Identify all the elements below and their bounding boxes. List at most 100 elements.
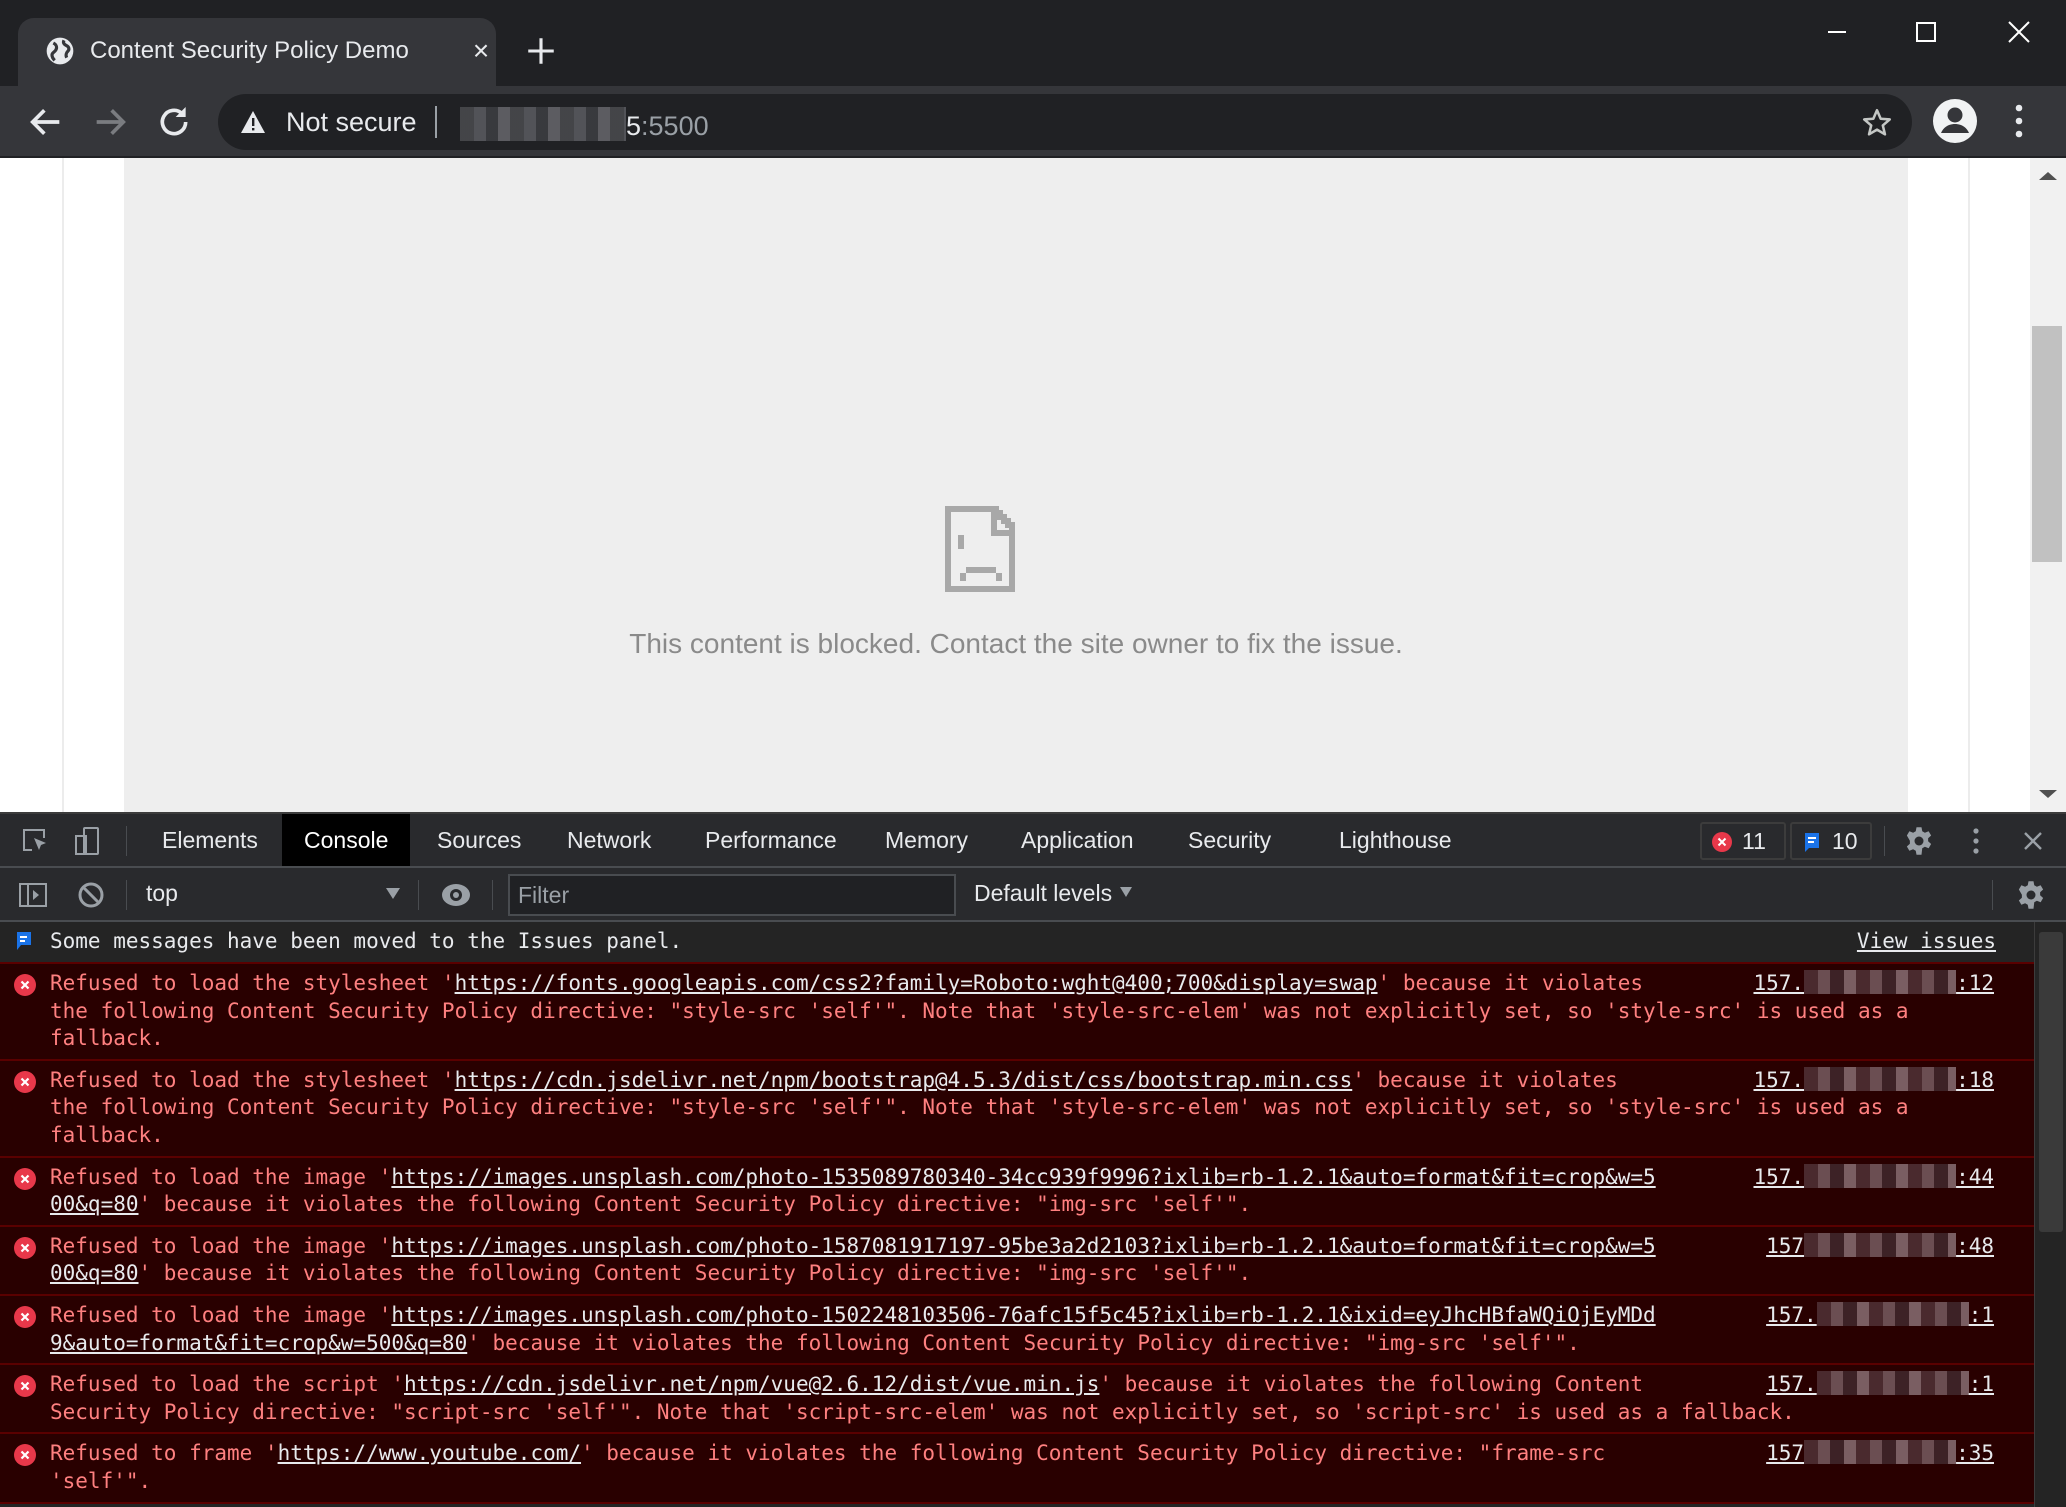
blocked-resource-link[interactable]: https://cdn.jsdelivr.net/npm/bootstrap@4…: [455, 1068, 1353, 1092]
forward-arrow-icon[interactable]: [90, 102, 130, 142]
blocked-resource-link[interactable]: https://images.unsplash.com/photo-158708…: [391, 1234, 1655, 1258]
error-text-fragment: fallback.: [50, 1122, 164, 1147]
url-text[interactable]: 5:5500: [460, 107, 709, 142]
show-sidebar-icon[interactable]: [18, 880, 48, 910]
browser-tab[interactable]: Content Security Policy Demo ×: [18, 18, 496, 86]
bookmark-star-icon[interactable]: [1860, 106, 1894, 140]
browser-menu-icon[interactable]: [2006, 100, 2032, 142]
minimize-icon[interactable]: [1806, 12, 1866, 52]
source-location-link[interactable]: 157.:1: [1766, 1301, 1994, 1330]
console-error-message: Refused to load the stylesheet 'https://…: [0, 1060, 2034, 1158]
error-icon: [14, 1236, 36, 1259]
source-location-link[interactable]: 157.:18: [1753, 1066, 1994, 1095]
tab-lighthouse[interactable]: Lighthouse: [1317, 814, 1474, 866]
console-filter-input[interactable]: [508, 874, 956, 916]
console-scrollbar[interactable]: [2034, 922, 2066, 1507]
console-messages: Some messages have been moved to the Iss…: [0, 922, 2034, 1507]
source-line-number: :1: [1968, 1372, 1994, 1397]
settings-gear-icon[interactable]: [1904, 826, 1934, 856]
page-column-divider-right: [1968, 158, 1970, 812]
toolbar-divider: [126, 826, 127, 856]
maximize-icon[interactable]: [1896, 12, 1956, 52]
source-location-link[interactable]: 157.:1: [1766, 1371, 1994, 1399]
address-bar[interactable]: Not secure 5:5500: [218, 94, 1912, 150]
tab-console[interactable]: Console: [282, 814, 411, 866]
source-location-link[interactable]: 157:35: [1766, 1440, 1994, 1468]
error-icon: [14, 1375, 36, 1398]
source-prefix: 157.: [1753, 1164, 1805, 1189]
toolbar-divider: [126, 880, 127, 910]
error-message-line: 'self'".: [50, 1468, 1744, 1496]
console-settings-gear-icon[interactable]: [2016, 880, 2046, 910]
tab-network[interactable]: Network: [545, 814, 673, 866]
error-text-fragment: ' because it violates the following Cont…: [467, 1330, 1580, 1355]
clear-console-icon[interactable]: [76, 880, 106, 910]
blocked-message: This content is blocked. Contact the sit…: [629, 628, 1403, 659]
toolbar-divider: [492, 880, 493, 910]
more-options-icon[interactable]: [1966, 826, 1986, 856]
source-location-link[interactable]: 157.:12: [1753, 970, 1994, 998]
profile-avatar-icon[interactable]: [1932, 98, 1978, 144]
blocked-resource-link[interactable]: 00&q=80: [50, 1192, 139, 1216]
source-prefix: 157.: [1753, 1067, 1805, 1092]
tab-memory[interactable]: Memory: [863, 814, 990, 866]
warning-icon[interactable]: [240, 110, 266, 134]
tab-application[interactable]: Application: [999, 814, 1156, 866]
source-line-number: :35: [1956, 1441, 1994, 1466]
blocked-resource-link[interactable]: https://images.unsplash.com/photo-150224…: [391, 1303, 1655, 1327]
console-error-message: Refused to load the image 'https://image…: [0, 1157, 2034, 1227]
page-viewport: This content is blocked. Contact the sit…: [0, 158, 2066, 812]
blocked-resource-link[interactable]: 00&q=80: [50, 1261, 139, 1285]
error-text-fragment: fallback.: [50, 1026, 164, 1051]
context-selector[interactable]: top: [128, 868, 408, 920]
source-location-link[interactable]: 157.:44: [1753, 1163, 1994, 1192]
blocked-resource-link[interactable]: 9&auto=format&fit=crop&w=500&q=80: [50, 1331, 467, 1355]
error-message-text: Refused to frame 'https://www.youtube.co…: [50, 1440, 2014, 1495]
error-text-fragment: 'self'".: [50, 1468, 152, 1493]
redacted-source-host: [1816, 1301, 1969, 1326]
error-count: 11: [1742, 828, 1766, 854]
new-tab-icon[interactable]: [524, 34, 558, 68]
error-message-line: Security Policy directive: "script-src '…: [50, 1399, 1795, 1427]
live-expression-eye-icon[interactable]: [440, 880, 472, 910]
error-count-badge[interactable]: 11: [1700, 822, 1786, 860]
tab-performance[interactable]: Performance: [683, 814, 859, 866]
page-scrollbar-thumb[interactable]: [2032, 326, 2062, 562]
window-close-icon[interactable]: [1988, 12, 2048, 52]
devtools-close-icon[interactable]: [2018, 826, 2048, 856]
scroll-up-arrow-icon[interactable]: [2039, 172, 2057, 180]
message-icon: [1805, 833, 1819, 852]
error-text-fragment: ' because it violates the following Cont…: [581, 1441, 1606, 1466]
console-info-message: Some messages have been moved to the Iss…: [0, 922, 2034, 964]
error-message-text: Refused to load the image 'https://image…: [50, 1233, 2014, 1288]
log-levels-dropdown[interactable]: Default levels: [974, 880, 1133, 907]
source-location-link[interactable]: 157:48: [1766, 1232, 1994, 1261]
error-icon: [14, 1305, 36, 1328]
tab-close-icon[interactable]: ×: [466, 36, 496, 66]
blocked-resource-link[interactable]: https://fonts.googleapis.com/css2?family…: [455, 971, 1378, 995]
redacted-source-host: [1816, 1371, 1969, 1396]
console-error-message: Refused to load the image 'https://image…: [0, 1295, 2034, 1366]
omnibox-separator: [435, 106, 437, 138]
blocked-resource-link[interactable]: https://images.unsplash.com/photo-153508…: [391, 1165, 1655, 1189]
security-label[interactable]: Not secure: [286, 107, 417, 138]
blocked-resource-link[interactable]: https://cdn.jsdelivr.net/npm/vue@2.6.12/…: [404, 1372, 1099, 1396]
reload-icon[interactable]: [154, 102, 194, 142]
view-issues-link[interactable]: View issues: [1857, 928, 1996, 956]
page-scrollbar[interactable]: [2030, 158, 2066, 812]
tab-sources[interactable]: Sources: [415, 814, 543, 866]
redacted-source-host: [1804, 970, 1957, 994]
device-toolbar-icon[interactable]: [72, 826, 102, 856]
tab-elements[interactable]: Elements: [140, 814, 280, 866]
url-host-tail: 5: [626, 111, 642, 141]
scroll-down-arrow-icon[interactable]: [2039, 790, 2057, 798]
blocked-resource-link[interactable]: https://www.youtube.com/: [278, 1441, 581, 1465]
inspect-element-icon[interactable]: [20, 826, 50, 856]
console-scrollbar-thumb[interactable]: [2039, 932, 2063, 1232]
back-arrow-icon[interactable]: [26, 102, 66, 142]
console-error-message: Refused to load the image 'https://image…: [0, 1226, 2034, 1296]
console-error-message: Refused to frame 'https://www.youtube.co…: [0, 1434, 2034, 1504]
info-count-badge[interactable]: 10: [1790, 822, 1872, 860]
tab-security[interactable]: Security: [1166, 814, 1293, 866]
error-text-fragment: Refused to load the script ': [50, 1372, 405, 1397]
